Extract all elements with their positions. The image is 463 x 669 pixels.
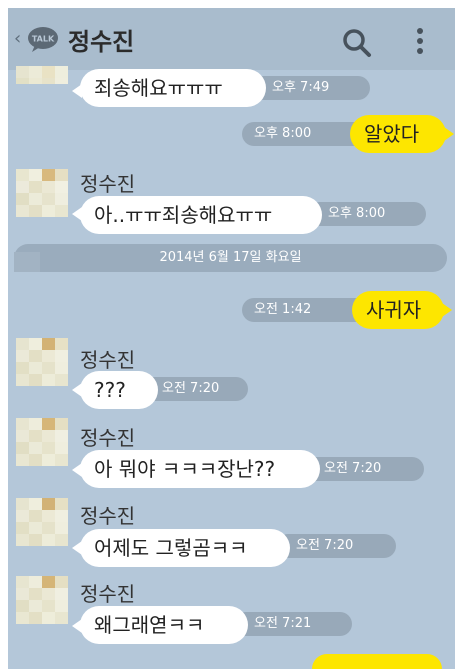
talk-bubble-icon: TALK [28, 27, 58, 52]
message-time: 오후 8:00 [308, 202, 426, 226]
date-separator: 2014년 6월 17일 화요일 [14, 244, 447, 272]
sender-name: 정수진 [80, 582, 136, 606]
message-time: 오전 7:20 [276, 534, 396, 558]
message-bubble-incoming[interactable]: 죄송해요ㅠㅠㅠ [80, 69, 266, 107]
sender-name: 정수진 [80, 426, 136, 450]
avatar-sender[interactable] [16, 418, 68, 468]
avatar-sender[interactable] [16, 576, 68, 626]
avatar-sender[interactable] [16, 498, 68, 548]
sender-name: 정수진 [80, 348, 136, 372]
chat-title: 정수진 [68, 28, 135, 56]
talk-badge-text: TALK [32, 35, 55, 44]
search-icon[interactable] [342, 28, 372, 58]
message-time: 오후 7:49 [252, 76, 370, 100]
sender-name: 정수진 [80, 504, 136, 528]
message-bubble-incoming[interactable]: ??? [80, 371, 158, 409]
more-vertical-icon[interactable] [413, 26, 427, 56]
message-time: 오전 7:20 [304, 457, 424, 481]
message-bubble-outgoing-partial[interactable] [312, 654, 442, 669]
avatar-sender[interactable] [16, 169, 68, 219]
back-chevron-icon[interactable]: ‹ [14, 28, 21, 49]
message-bubble-incoming[interactable]: 아 뭐야 ㅋㅋㅋ장난?? [80, 450, 320, 488]
message-bubble-incoming[interactable]: 왜그래엳ㅋㅋ [80, 606, 248, 644]
message-bubble-incoming[interactable]: 아..ㅠㅠ죄송해요ㅠㅠ [80, 196, 322, 234]
sender-name: 정수진 [80, 172, 136, 196]
blurred-region [14, 252, 40, 272]
chat-screen: ‹ TALK 정수진 죄송해요ㅠㅠㅠ 오후 7:49 오후 8:00 알았다 정… [8, 8, 455, 669]
avatar-sender[interactable] [16, 338, 68, 388]
message-time: 오전 7:21 [234, 612, 352, 636]
message-bubble-outgoing[interactable]: 알았다 [350, 115, 446, 153]
avatar-sender[interactable] [16, 66, 68, 84]
message-bubble-outgoing[interactable]: 사귀자 [352, 291, 444, 329]
message-bubble-incoming[interactable]: 어제도 그렇곰ㅋㅋ [80, 529, 290, 567]
chat-header: ‹ TALK 정수진 [8, 8, 455, 70]
